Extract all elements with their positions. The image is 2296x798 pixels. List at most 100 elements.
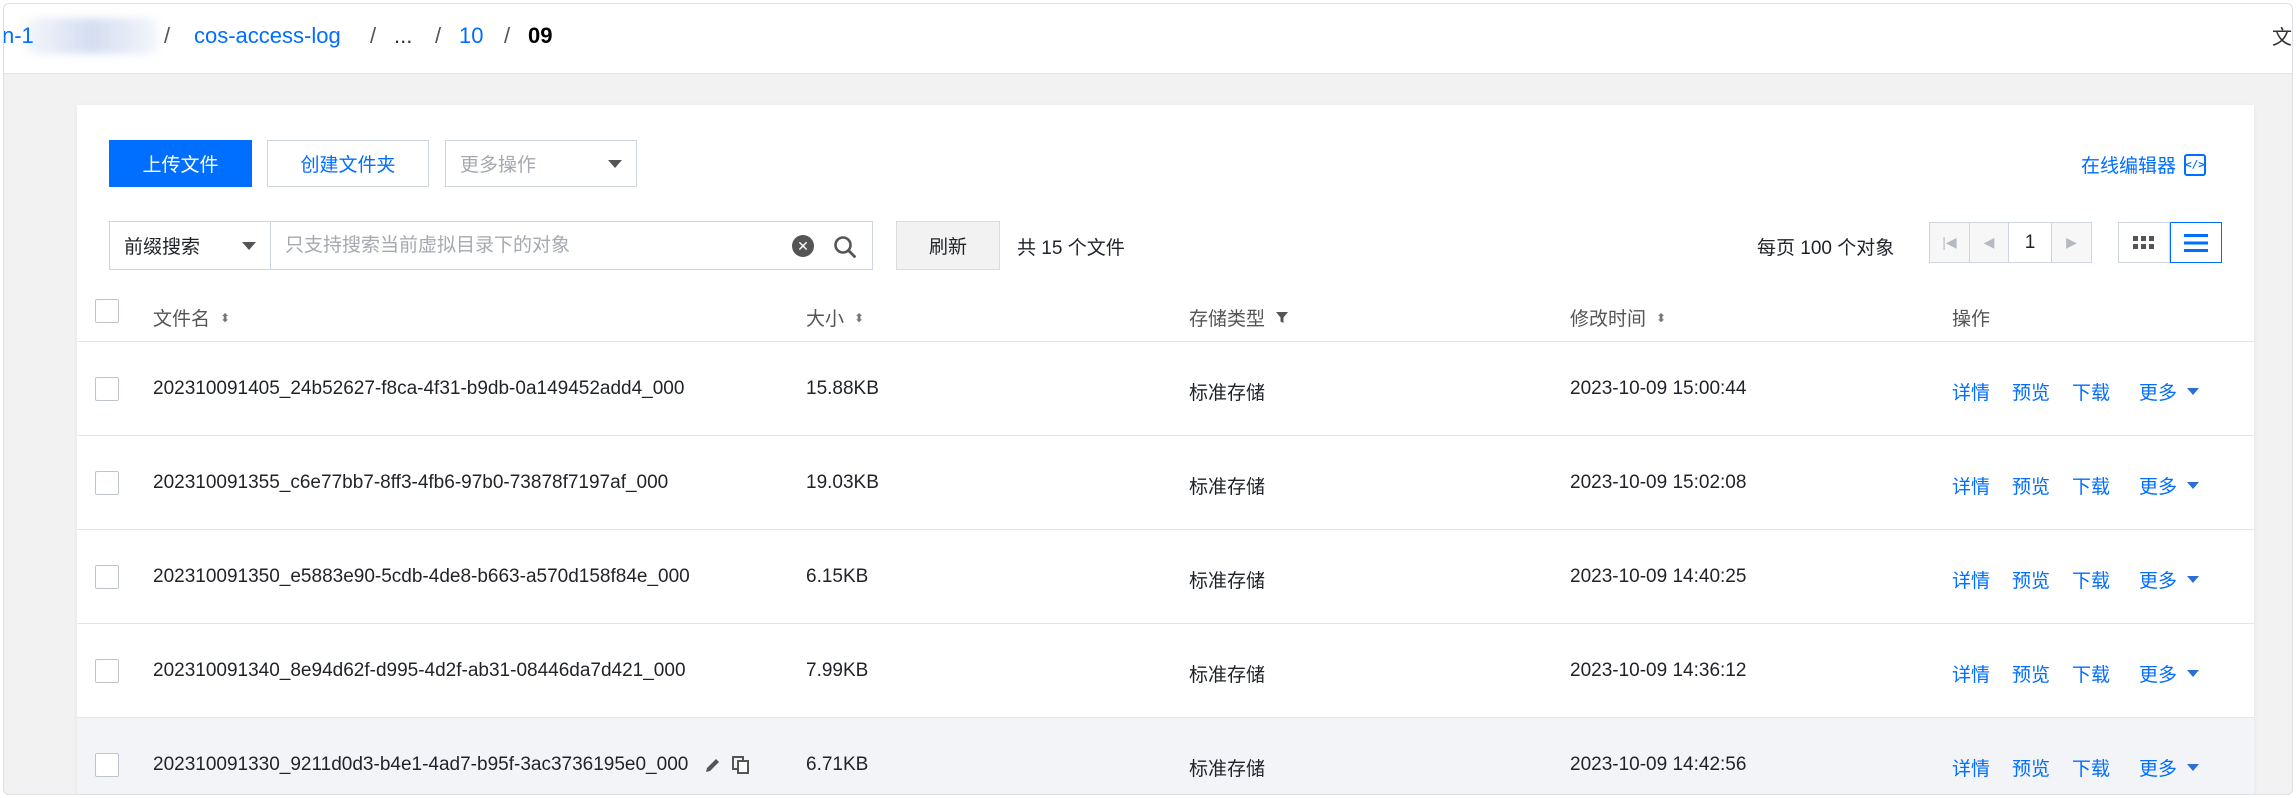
details-link[interactable]: 详情 [1952,566,1990,593]
search-mode-select[interactable]: 前缀搜索 [109,221,271,270]
file-count: 共 15 个文件 [1017,238,1125,259]
download-link[interactable]: 下载 [2072,754,2110,781]
preview-link[interactable]: 预览 [2012,378,2050,405]
preview-link[interactable]: 预览 [2012,660,2050,687]
details-link[interactable]: 详情 [1952,472,1990,499]
copy-icon[interactable] [731,755,750,774]
file-name[interactable]: 202310091405_24b52627-f8ca-4f31-b9db-0a1… [153,378,684,400]
row-checkbox[interactable] [95,377,119,401]
search-box: ✕ [270,221,873,270]
storage-class: 标准存储 [1189,759,1266,780]
download-link[interactable]: 下载 [2072,378,2110,405]
file-name[interactable]: 202310091355_c6e77bb7-8ff3-4fb6-97b0-738… [153,472,668,494]
edit-icon[interactable] [704,756,722,774]
code-icon: </> [2184,153,2206,176]
breadcrumb-right-label[interactable]: 文 [2272,21,2292,50]
breadcrumb-ellipsis[interactable]: ... [394,21,412,51]
breadcrumb-bucket[interactable]: n-1 [4,21,34,51]
more-actions-menu[interactable]: 更多 [2139,378,2200,405]
online-editor-link[interactable]: 在线编辑器 </> [2081,151,2206,178]
file-name[interactable]: 202310091330_9211d0d3-b4e1-4ad7-b95f-3ac… [153,754,688,775]
file-name[interactable]: 202310091350_e5883e90-5cdb-4de8-b663-a57… [153,566,690,588]
chevron-down-icon [2187,388,2200,395]
table-header: 文件名 ⬍ 大小 ⬍ 存储类型 修改时间 ⬍ 操作 [77,296,2254,342]
column-header-storage[interactable]: 存储类型 [1189,304,1289,331]
create-folder-button[interactable]: 创建文件夹 [267,140,429,187]
table-row[interactable]: 202310091340_8e94d62f-d995-4d2f-ab31-084… [77,624,2254,718]
grid-view-button[interactable] [2118,222,2170,263]
breadcrumb: n-1 / cos-access-log / ... / 10 / 09 文 [4,4,2292,74]
column-header-modified[interactable]: 修改时间 ⬍ [1570,304,1666,331]
upload-file-button[interactable]: 上传文件 [109,140,252,187]
breadcrumb-separator: / [164,23,171,48]
breadcrumb-separator: / [435,23,442,48]
list-view-button[interactable] [2170,222,2222,263]
row-checkbox[interactable] [95,753,119,777]
preview-link[interactable]: 预览 [2012,472,2050,499]
per-page-label[interactable]: 每页 100 个对象 [1757,233,1894,260]
file-size: 7.99KB [806,660,869,681]
more-actions-menu[interactable]: 更多 [2139,566,2200,593]
more-label: 更多 [2139,383,2178,404]
search-icon[interactable] [832,234,858,260]
row-checkbox[interactable] [95,471,119,495]
breadcrumb-separator: / [504,23,511,48]
grid-icon [2133,235,2154,249]
column-header-name[interactable]: 文件名 ⬍ [153,304,230,331]
search-mode-label: 前缀搜索 [124,237,201,258]
chevron-down-icon [242,242,256,250]
more-label: 更多 [2139,571,2178,592]
modified-time: 2023-10-09 14:36:12 [1570,660,1747,681]
row-checkbox[interactable] [95,659,119,683]
sort-icon: ⬍ [220,310,231,325]
table-row[interactable]: 202310091405_24b52627-f8ca-4f31-b9db-0a1… [77,342,2254,436]
more-actions-label: 更多操作 [460,155,537,176]
download-link[interactable]: 下载 [2072,566,2110,593]
first-page-icon[interactable]: |◀ [1930,223,1969,262]
details-link[interactable]: 详情 [1952,754,1990,781]
details-link[interactable]: 详情 [1952,378,1990,405]
more-label: 更多 [2139,477,2178,498]
storage-class: 标准存储 [1189,383,1266,404]
breadcrumb-cos-access-log[interactable]: cos-access-log [194,21,341,51]
table-row[interactable]: 202310091350_e5883e90-5cdb-4de8-b663-a57… [77,530,2254,624]
window-frame: n-1 / cos-access-log / ... / 10 / 09 文 上… [3,3,2293,795]
preview-link[interactable]: 预览 [2012,754,2050,781]
more-label: 更多 [2139,665,2178,686]
column-header-size[interactable]: 大小 ⬍ [806,304,864,331]
file-size: 19.03KB [806,472,879,493]
sort-icon: ⬍ [854,310,865,325]
filter-icon[interactable] [1275,311,1289,325]
prev-page-icon[interactable]: ◀ [1969,223,2008,262]
clear-icon[interactable]: ✕ [792,235,814,257]
table-row[interactable]: 202310091330_9211d0d3-b4e1-4ad7-b95f-3ac… [77,718,2254,794]
download-link[interactable]: 下载 [2072,472,2110,499]
column-header-actions-label: 操作 [1952,309,1991,330]
chevron-down-icon [2187,576,2200,583]
refresh-button[interactable]: 刷新 [896,221,1000,270]
breadcrumb-separator: / [370,23,377,48]
column-header-storage-label: 存储类型 [1189,309,1266,330]
select-all-checkbox[interactable] [95,299,119,323]
file-size: 15.88KB [806,378,879,399]
chevron-down-icon [2187,670,2200,677]
column-header-actions: 操作 [1952,304,1990,331]
next-page-icon[interactable]: ▶ [2052,223,2091,262]
search-input[interactable] [285,234,785,257]
more-actions-menu[interactable]: 更多 [2139,754,2200,781]
more-actions-dropdown[interactable]: 更多操作 [445,140,637,187]
column-header-name-label: 文件名 [153,309,211,330]
table-row[interactable]: 202310091355_c6e77bb7-8ff3-4fb6-97b0-738… [77,436,2254,530]
row-checkbox[interactable] [95,565,119,589]
current-page-input[interactable]: 1 [2008,223,2052,262]
file-size: 6.71KB [806,754,869,775]
details-link[interactable]: 详情 [1952,660,1990,687]
more-actions-menu[interactable]: 更多 [2139,472,2200,499]
preview-link[interactable]: 预览 [2012,566,2050,593]
file-list-panel: 上传文件 创建文件夹 更多操作 在线编辑器 </> 前缀搜索 ✕ 刷新 共 15… [77,105,2254,794]
file-name[interactable]: 202310091340_8e94d62f-d995-4d2f-ab31-084… [153,660,686,682]
modified-time: 2023-10-09 15:00:44 [1570,378,1747,399]
breadcrumb-folder-10[interactable]: 10 [459,21,483,51]
download-link[interactable]: 下载 [2072,660,2110,687]
more-actions-menu[interactable]: 更多 [2139,660,2200,687]
